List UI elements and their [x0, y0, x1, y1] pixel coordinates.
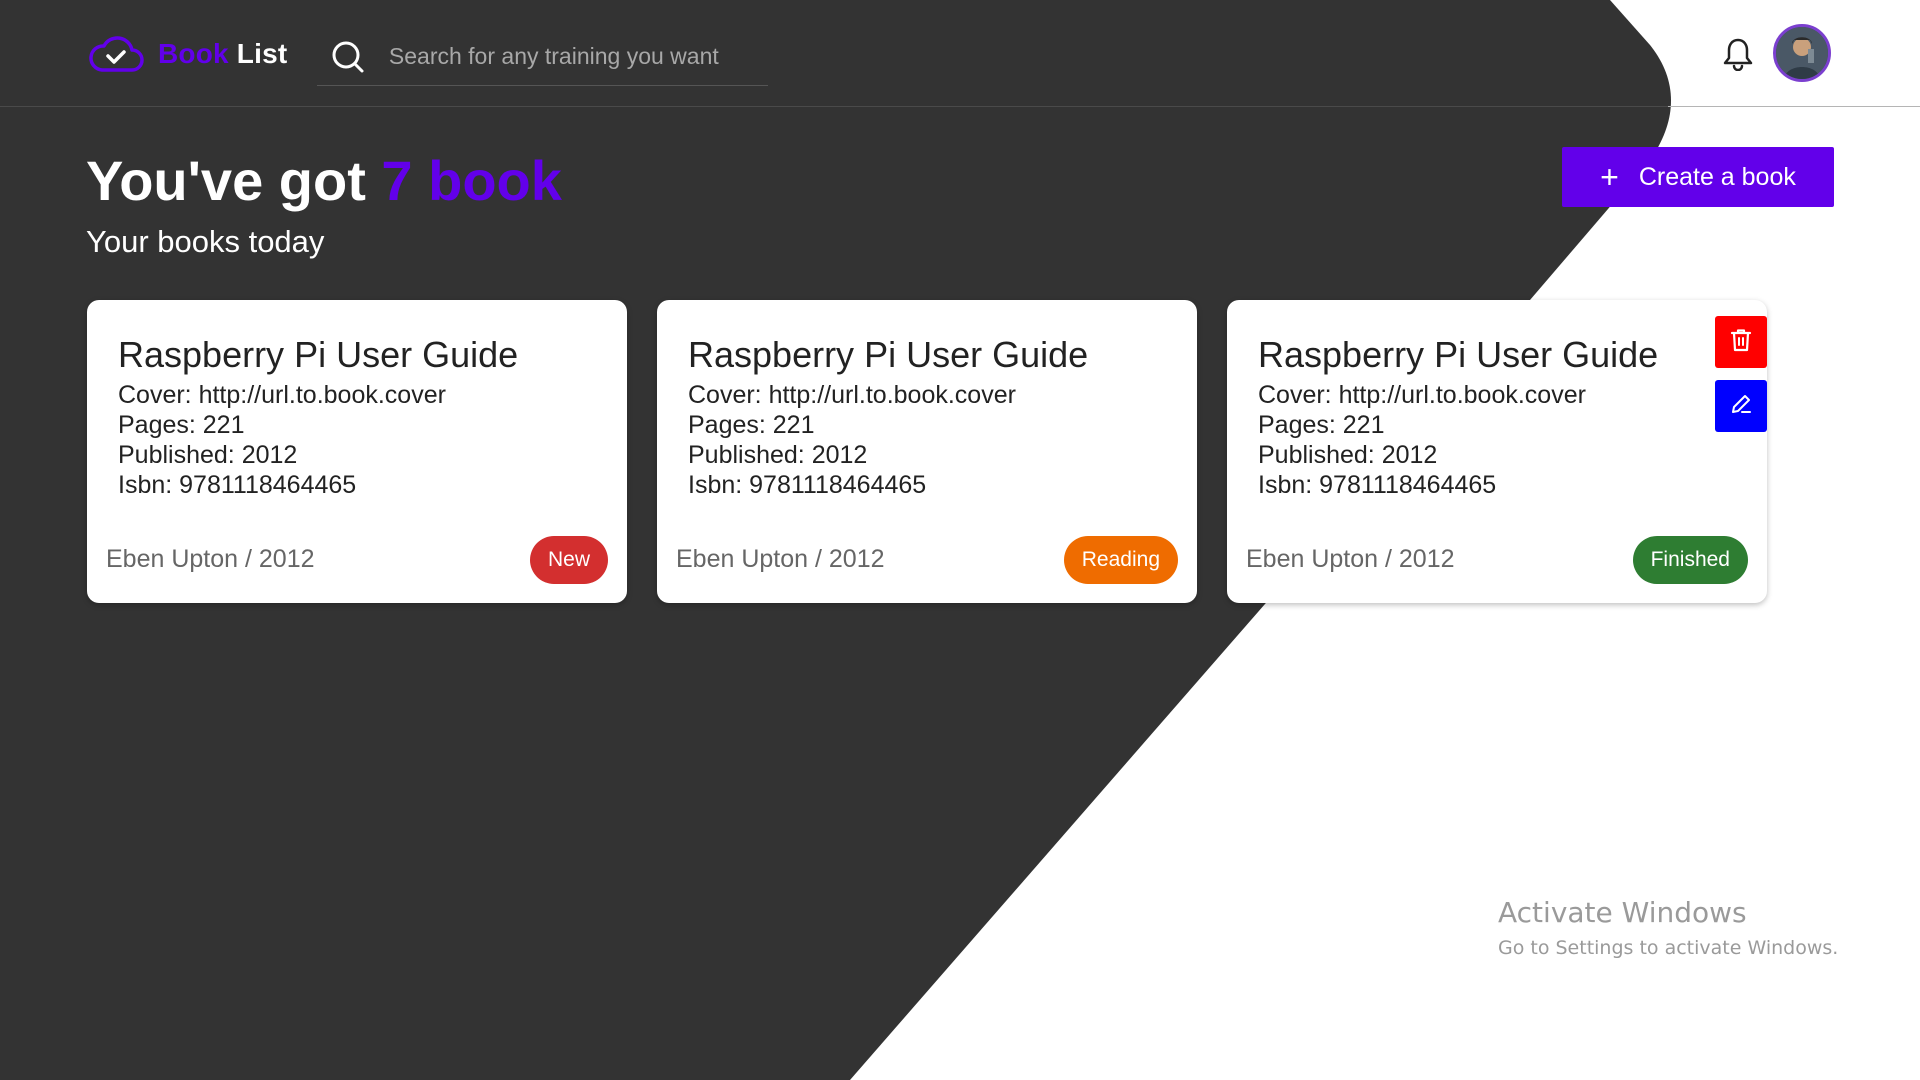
book-title: Raspberry Pi User Guide: [688, 334, 1089, 375]
pen-icon: [1729, 392, 1753, 421]
book-published: Published: 2012: [118, 441, 298, 469]
watermark-subtitle: Go to Settings to activate Windows.: [1498, 937, 1839, 959]
book-details: Cover: http://url.to.book.cover Pages: 2…: [1258, 380, 1586, 500]
cloud-check-icon: [88, 34, 144, 74]
page-subtitle: Your books today: [86, 224, 325, 259]
status-badge-reading[interactable]: Reading: [1063, 536, 1178, 584]
search-input[interactable]: [388, 43, 768, 70]
watermark-title: Activate Windows: [1498, 896, 1747, 929]
book-pages: Pages: 221: [688, 411, 815, 439]
status-badge-new[interactable]: New: [529, 536, 608, 584]
search-icon[interactable]: [317, 40, 373, 74]
edit-book-button[interactable]: [1715, 380, 1767, 432]
book-count: 7 book: [381, 149, 562, 212]
page-title: You've got 7 book: [86, 148, 562, 213]
title-prefix: You've got: [86, 149, 382, 212]
delete-book-button[interactable]: [1715, 316, 1767, 368]
logo-text-list: List: [236, 38, 288, 69]
book-pages: Pages: 221: [1258, 411, 1385, 439]
book-isbn: Isbn: 9781118464465: [118, 471, 357, 499]
book-author-year: Eben Upton / 2012: [1246, 545, 1455, 573]
book-title: Raspberry Pi User Guide: [118, 334, 519, 375]
book-author-year: Eben Upton / 2012: [676, 545, 885, 573]
trash-icon: [1730, 328, 1752, 357]
book-card[interactable]: Raspberry Pi User Guide Cover: http://ur…: [87, 300, 627, 603]
book-pages: Pages: 221: [118, 411, 245, 439]
book-isbn: Isbn: 9781118464465: [688, 471, 927, 499]
header-divider: [0, 106, 1920, 107]
header-divider-right: [1668, 106, 1920, 107]
book-author-year: Eben Upton / 2012: [106, 545, 315, 573]
book-published: Published: 2012: [688, 441, 868, 469]
logo[interactable]: Book List: [88, 32, 287, 76]
search-bar: [317, 28, 768, 86]
book-isbn: Isbn: 9781118464465: [1258, 471, 1497, 499]
create-book-label: Create a book: [1638, 162, 1796, 191]
book-card[interactable]: Raspberry Pi User Guide Cover: http://ur…: [657, 300, 1197, 603]
avatar[interactable]: [1773, 24, 1831, 82]
book-title: Raspberry Pi User Guide: [1258, 334, 1659, 375]
book-cover: Cover: http://url.to.book.cover: [688, 381, 1016, 409]
book-card[interactable]: Raspberry Pi User Guide Cover: http://ur…: [1227, 300, 1767, 603]
status-badge-finished[interactable]: Finished: [1632, 536, 1748, 584]
top-navbar: Book List: [0, 0, 1920, 107]
create-book-button[interactable]: + Create a book: [1562, 147, 1834, 207]
book-details: Cover: http://url.to.book.cover Pages: 2…: [118, 380, 446, 500]
book-cover: Cover: http://url.to.book.cover: [1258, 381, 1586, 409]
book-cover: Cover: http://url.to.book.cover: [118, 381, 446, 409]
logo-text-book: Book: [158, 38, 229, 69]
book-details: Cover: http://url.to.book.cover Pages: 2…: [688, 380, 1016, 500]
windows-activation-watermark: Activate Windows Go to Settings to activ…: [1498, 896, 1838, 959]
bell-icon[interactable]: [1722, 36, 1754, 72]
book-published: Published: 2012: [1258, 441, 1438, 469]
plus-icon: +: [1600, 159, 1619, 195]
